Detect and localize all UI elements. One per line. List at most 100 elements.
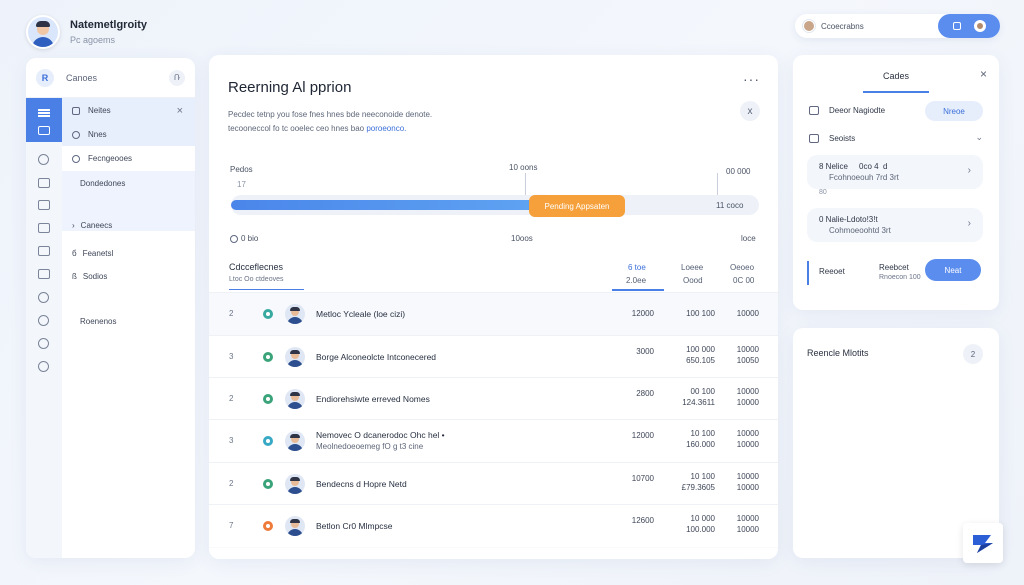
column-header-2a[interactable]: Loeee xyxy=(681,263,703,272)
pin-icon xyxy=(72,154,80,163)
detail-card-1[interactable]: 8 Nelice 0co 4 d Fcohnoeouh 7rd 3rt › xyxy=(807,155,983,189)
top-search-bar[interactable]: Ccoecrabns xyxy=(795,14,1000,38)
row-value-2b: 124.3611 xyxy=(682,398,715,407)
monitor-icon[interactable] xyxy=(38,178,50,188)
status-icon xyxy=(263,436,273,446)
sidebar-item-roenenos[interactable]: Roenenos xyxy=(62,309,195,334)
sidebar-item-neites[interactable]: Neites × xyxy=(62,98,195,123)
row-name[interactable]: Bendecns d Hopre Netd xyxy=(316,479,407,489)
details-tab[interactable]: Cades xyxy=(883,71,909,81)
more-options-icon[interactable]: ··· xyxy=(743,71,760,87)
close-icon[interactable]: × xyxy=(177,105,183,117)
chevron-right-icon[interactable]: › xyxy=(968,165,971,176)
close-icon[interactable]: × xyxy=(980,67,987,81)
user-avatar[interactable] xyxy=(26,15,60,49)
row-value-1: 12600 xyxy=(631,516,654,525)
table-header-title: Cdcceflecnes xyxy=(229,262,284,272)
row-value-1: 2800 xyxy=(636,389,654,398)
sidebar-action-icon[interactable]: Ռ xyxy=(169,69,185,86)
user-icon[interactable] xyxy=(38,154,49,165)
details-row-status-label: Seoists xyxy=(829,134,856,143)
row-expand-toggle[interactable]: 2 xyxy=(229,394,233,403)
row-value-3a: 10000 xyxy=(736,429,759,438)
timeline-marker xyxy=(525,173,526,195)
row-name[interactable]: Betlon Cr0 Mlmpcse xyxy=(316,521,393,531)
status-icon xyxy=(263,394,273,404)
pending-approval-badge[interactable]: Pending Appsaten xyxy=(529,195,625,217)
sidebar-item-feanetsl[interactable]: б Feanetsl xyxy=(62,241,195,266)
avatar xyxy=(285,516,305,536)
detail-card-note: 80 xyxy=(819,189,827,196)
table-row[interactable]: Peteo Oc8 (Wrcnesto) 2600 100 100 10000 xyxy=(209,547,778,559)
chevron-down-icon[interactable]: ⌄ xyxy=(975,132,983,143)
radio-icon[interactable] xyxy=(230,234,238,243)
column-header-1a[interactable]: 6 toe xyxy=(628,263,646,272)
row-expand-toggle[interactable]: 3 xyxy=(229,436,233,445)
row-expand-toggle[interactable]: 2 xyxy=(229,479,233,488)
folder-icon[interactable] xyxy=(38,269,50,279)
chat-icon[interactable] xyxy=(38,223,50,233)
row-name[interactable]: Metloc Ycleale (loe cizi) xyxy=(316,309,405,319)
row-expand-toggle[interactable]: 3 xyxy=(229,352,233,361)
account-avatar-icon[interactable] xyxy=(973,20,986,32)
circle-icon xyxy=(72,130,80,139)
row-expand-toggle[interactable]: 2 xyxy=(229,309,233,318)
logo-mark xyxy=(973,535,993,553)
progress-track[interactable] xyxy=(231,195,759,215)
row-value-2b: 160.000 xyxy=(686,440,715,449)
approval-panel: Reerning Al pprion ··· Pecdec tetnp you … xyxy=(209,55,778,559)
timeline-bottom-right: loce xyxy=(741,234,756,243)
table-row[interactable]: 3 Nemovec O dcanerodoc Ohc hel • Meolned… xyxy=(209,419,778,462)
table-row[interactable]: 7 Betlon Cr0 Mlmpcse 12600 10 000 100.00… xyxy=(209,504,778,547)
related-count-badge[interactable]: 2 xyxy=(963,344,983,364)
timeline-right-value: 11 coco xyxy=(716,201,744,210)
table-header-underline xyxy=(229,289,304,290)
related-panel-title: Reencle Mlotits xyxy=(807,348,869,358)
timeline-bottom-left: 0 bio xyxy=(230,234,258,243)
details-row-owner: Deeor Nagiodte xyxy=(809,106,885,115)
dismiss-button[interactable]: x xyxy=(740,101,760,121)
row-name[interactable]: Nemovec O dcanerodoc Ohc hel • xyxy=(316,430,445,440)
sidebar-item-sodios[interactable]: ß Sodios xyxy=(62,264,195,289)
message-icon[interactable] xyxy=(38,315,49,326)
panel-description: Pecdec tetnp you fose fnes hnes bde neec… xyxy=(228,108,548,136)
clock-icon[interactable] xyxy=(38,292,49,303)
details-row-status[interactable]: Seoists xyxy=(809,134,855,143)
app-logo-icon[interactable] xyxy=(963,523,1003,563)
book-icon[interactable] xyxy=(38,200,50,210)
rail-active-section[interactable] xyxy=(26,98,62,142)
column-header-3b: 0C 00 xyxy=(733,276,755,285)
sidebar-item-label: Nnes xyxy=(88,130,107,139)
edit-icon[interactable] xyxy=(38,246,50,256)
detail-card-2[interactable]: 0 Nalie-Ldoto!3!t Cohmoeoohtd 3rt › xyxy=(807,208,983,242)
row-name[interactable]: Endiorehsiwte erreved Nomes xyxy=(316,394,430,404)
window-icon[interactable] xyxy=(952,22,961,30)
row-value-3b: 10000 xyxy=(736,440,759,449)
row-value-2a: 10 100 xyxy=(690,429,715,438)
topbar-actions[interactable] xyxy=(938,14,1000,38)
row-value-2a: 10 100 xyxy=(690,472,715,481)
row-value-2a: 100 100 xyxy=(686,309,715,318)
row-value-3a: 10000 xyxy=(736,514,759,523)
status-tag-button[interactable]: Nreoe xyxy=(925,101,983,121)
row-expand-toggle[interactable]: 7 xyxy=(229,521,233,530)
sidebar-item-nnes[interactable]: Nnes xyxy=(62,122,195,147)
table-row[interactable]: 2 Bendecns d Hopre Netd 10700 10 100 £79… xyxy=(209,462,778,505)
table-row[interactable]: 2 Metloc Ycleale (loe cizi) 12000 100 10… xyxy=(209,292,778,335)
status-icon xyxy=(263,521,273,531)
description-link[interactable]: poroeonco. xyxy=(366,124,406,133)
column-header-3a[interactable]: Oeoeo xyxy=(730,263,754,272)
sidebar-item-caneecs[interactable]: › Caneecs xyxy=(62,213,195,238)
avatar xyxy=(285,389,305,409)
next-button[interactable]: Neat xyxy=(925,259,981,281)
row-name[interactable]: Borge Alconeolcte Intconecered xyxy=(316,352,436,362)
row-value-1: 10700 xyxy=(631,474,654,483)
footer-subtitle: Rnoecon 100 xyxy=(879,274,921,281)
help-icon[interactable] xyxy=(38,338,49,349)
table-row[interactable]: 2 Endiorehsiwte erreved Nomes 2800 00 10… xyxy=(209,377,778,420)
avatar xyxy=(285,304,305,324)
people-icon[interactable] xyxy=(38,361,49,372)
table-row[interactable]: 3 Borge Alconeolcte Intconecered 3000 10… xyxy=(209,335,778,378)
sidebar-item-fecngeooes[interactable]: Fecngeooes xyxy=(62,146,195,171)
chevron-right-icon[interactable]: › xyxy=(968,218,971,229)
